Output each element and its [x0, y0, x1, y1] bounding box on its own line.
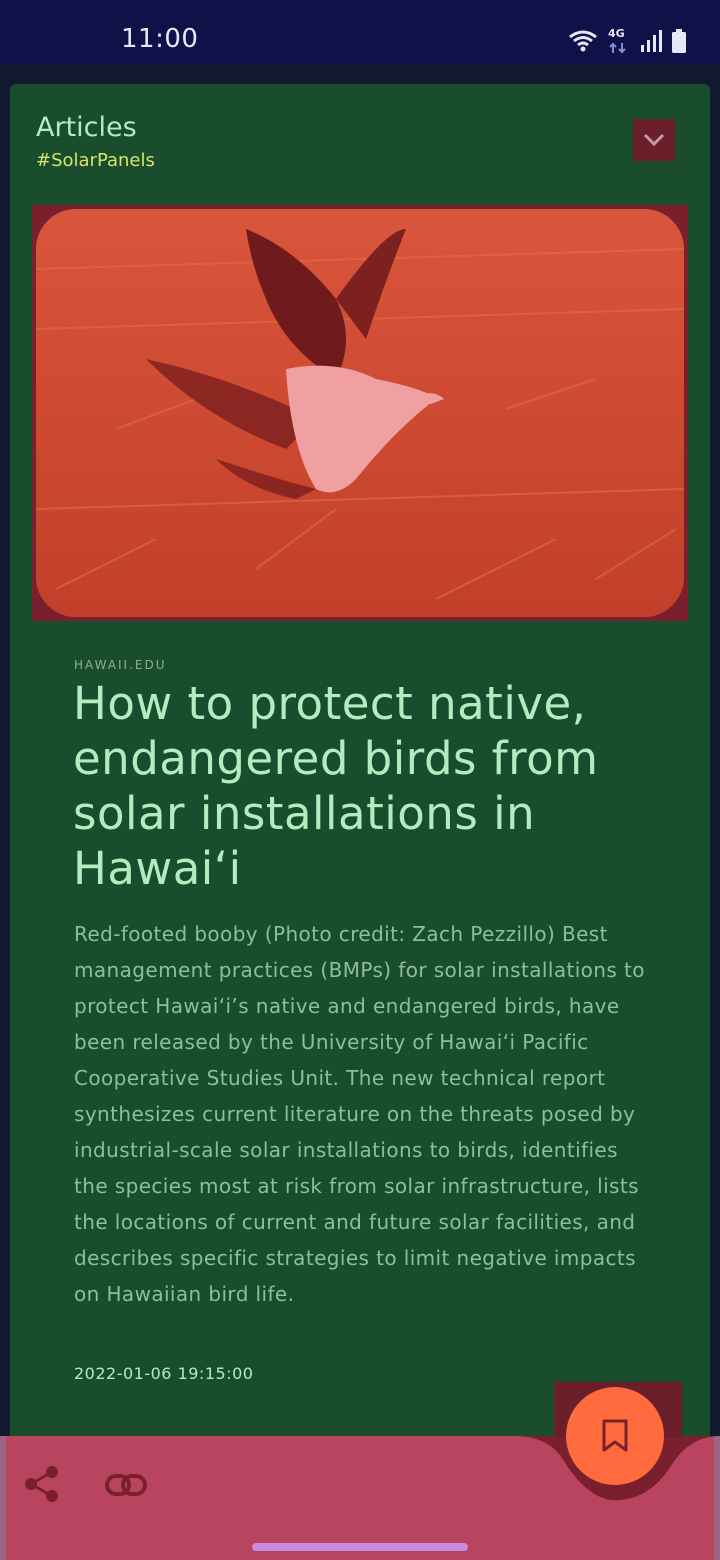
article-image: [36, 209, 684, 617]
home-indicator[interactable]: [252, 1543, 468, 1551]
edge-right: [714, 1436, 720, 1560]
wifi-icon: [569, 30, 597, 52]
article-source: HAWAII.EDU: [74, 658, 167, 672]
article-timestamp: 2022-01-06 19:15:00: [74, 1364, 254, 1383]
battery-icon: [672, 29, 686, 53]
network-4g-label: 4G: [608, 27, 625, 40]
article-body: Red-footed booby (Photo credit: Zach Pez…: [74, 922, 645, 1306]
status-time: 11:00: [121, 24, 199, 54]
status-icons: 4G: [568, 26, 686, 56]
copy-link-button[interactable]: [104, 1468, 148, 1502]
card-tag[interactable]: #SolarPanels: [36, 150, 155, 171]
bird-photo: [36, 209, 684, 617]
article-headline[interactable]: How to protect native, endangered birds …: [73, 676, 653, 896]
article-image-frame[interactable]: [32, 205, 688, 621]
signal-icon: [641, 30, 662, 52]
status-bar: 11:00 4G: [0, 0, 720, 64]
chevron-down-icon: [643, 133, 665, 147]
bookmark-icon: [602, 1419, 628, 1452]
article-card[interactable]: Articles #SolarPanels HAWAII.EDU How to …: [10, 84, 710, 1444]
share-button[interactable]: [22, 1464, 62, 1504]
network-4g-icon: 4G: [608, 27, 630, 55]
share-icon: [25, 1466, 58, 1502]
card-title: Articles: [36, 112, 137, 143]
edge-left: [0, 1436, 6, 1560]
bookmark-fab[interactable]: [566, 1387, 664, 1485]
link-icon: [105, 1474, 147, 1496]
collapse-button[interactable]: [633, 119, 675, 161]
